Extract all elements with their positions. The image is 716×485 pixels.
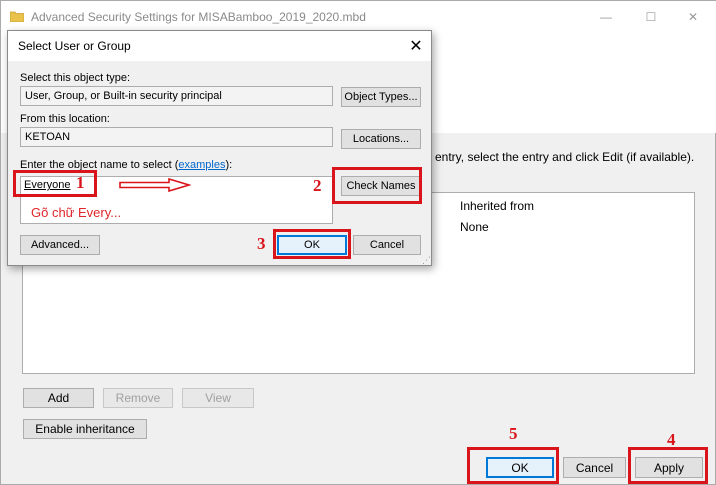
window-title: Advanced Security Settings for MISABambo…: [31, 10, 366, 24]
object-types-button[interactable]: Object Types...: [341, 87, 421, 107]
add-button[interactable]: Add: [23, 388, 94, 408]
inherited-from-value: None: [460, 220, 489, 234]
cancel-button[interactable]: Cancel: [563, 457, 626, 478]
dialog-cancel-button[interactable]: Cancel: [353, 235, 421, 255]
select-user-or-group-dialog: Select User or Group ✕ Select this objec…: [7, 30, 432, 266]
locations-button[interactable]: Locations...: [341, 129, 421, 149]
examples-link[interactable]: examples: [178, 159, 225, 171]
object-type-label: Select this object type:: [20, 72, 131, 84]
minimize-button[interactable]: —: [586, 5, 626, 29]
highlight-ok-button: [467, 447, 559, 484]
resize-grip-icon[interactable]: ⋰: [422, 255, 431, 266]
dialog-titlebar: Select User or Group ✕: [8, 31, 431, 61]
enable-inheritance-button[interactable]: Enable inheritance: [23, 419, 147, 439]
typing-hint-annotation: Gõ chữ Every...: [31, 205, 122, 220]
location-label: From this location:: [20, 113, 110, 125]
remove-button[interactable]: Remove: [103, 388, 173, 408]
step-4-label: 4: [667, 430, 676, 449]
column-header-inherited-from: Inherited from: [460, 199, 535, 213]
dialog-close-icon[interactable]: ✕: [404, 35, 428, 57]
arrow-right-icon: [119, 178, 191, 192]
folder-icon: [10, 11, 24, 22]
view-button[interactable]: View: [182, 388, 254, 408]
step-2-label: 2: [313, 176, 322, 195]
permission-instructions: entry, select the entry and click Edit (…: [435, 150, 695, 164]
close-window-button[interactable]: ✕: [673, 5, 713, 29]
location-field: KETOAN: [20, 127, 333, 147]
step-5-label: 5: [509, 424, 518, 443]
window-titlebar: Advanced Security Settings for MISABambo…: [1, 1, 716, 33]
advanced-button[interactable]: Advanced...: [20, 235, 100, 255]
highlight-check-names: [332, 167, 422, 204]
object-name-label-suffix: ):: [225, 159, 233, 171]
step-1-label: 1: [76, 173, 85, 192]
object-type-field: User, Group, or Built-in security princi…: [20, 86, 333, 106]
highlight-dialog-ok: [273, 229, 351, 259]
highlight-apply-button: [628, 447, 708, 484]
dialog-title: Select User or Group: [18, 39, 131, 53]
step-3-label: 3: [257, 234, 266, 253]
maximize-button[interactable]: ☐: [631, 5, 671, 29]
